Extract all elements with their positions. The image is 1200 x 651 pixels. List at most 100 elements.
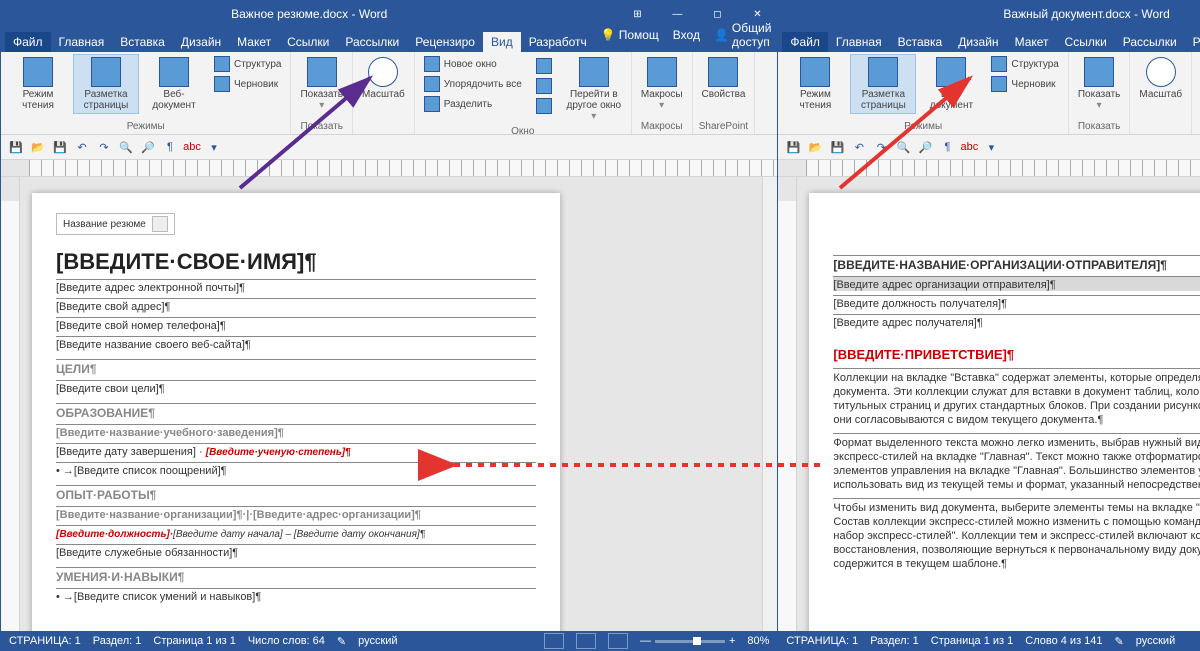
zoom-button[interactable]: Масштаб bbox=[1134, 54, 1187, 103]
tab-insert[interactable]: Вставка bbox=[890, 32, 951, 52]
tab-developer[interactable]: Разработч bbox=[521, 32, 595, 52]
spelling-icon[interactable]: abc bbox=[960, 138, 978, 156]
status-proof-icon[interactable]: ✎ bbox=[1115, 635, 1124, 648]
ruler-v-right[interactable] bbox=[778, 177, 797, 631]
tab-references[interactable]: Ссылки bbox=[1057, 32, 1115, 52]
show-button[interactable]: Показать▾ bbox=[295, 54, 348, 114]
tab-layout[interactable]: Макет bbox=[229, 32, 279, 52]
paragraph-3[interactable]: Чтобы изменить вид документа, выберите э… bbox=[833, 498, 1200, 571]
goals-field[interactable]: [Введите свои цели]¶ bbox=[56, 380, 536, 395]
recipient-addr-field[interactable]: [Введите адрес получателя]¶ bbox=[833, 314, 1200, 329]
web-layout-button[interactable]: Веб-документ bbox=[918, 54, 984, 114]
document-scroll-left[interactable]: Название резюме [ВВЕДИТЕ·СВОЕ·ИМЯ]¶ [Вве… bbox=[20, 177, 762, 631]
phone-field[interactable]: [Введите свой номер телефона]¶ bbox=[56, 317, 536, 332]
pilcrow-icon[interactable]: ¶ bbox=[938, 138, 956, 156]
show-button[interactable]: Показать▾ bbox=[1073, 54, 1126, 114]
status-zoom[interactable]: 80% bbox=[747, 635, 769, 647]
draft-button[interactable]: Черновик bbox=[986, 74, 1063, 94]
tab-file[interactable]: Файл bbox=[5, 32, 51, 52]
reset-window-button[interactable] bbox=[531, 96, 557, 116]
status-section[interactable]: Раздел: 1 bbox=[870, 635, 919, 647]
tab-references[interactable]: Ссылки bbox=[279, 32, 337, 52]
view-read-icon[interactable] bbox=[544, 633, 564, 649]
status-pages[interactable]: Страница 1 из 1 bbox=[931, 635, 1013, 647]
tab-design[interactable]: Дизайн bbox=[950, 32, 1006, 52]
arrange-all-button[interactable]: Упорядочить все bbox=[419, 74, 527, 94]
skills-field[interactable]: • →[Введите список умений и навыков]¶ bbox=[56, 588, 536, 603]
view-web-icon[interactable] bbox=[608, 633, 628, 649]
web-layout-button[interactable]: Веб-документ bbox=[141, 54, 207, 114]
ruler-h-left[interactable] bbox=[1, 160, 777, 177]
tab-home[interactable]: Главная bbox=[51, 32, 113, 52]
tab-mailings[interactable]: Рассылки bbox=[1115, 32, 1185, 52]
tab-insert[interactable]: Вставка bbox=[112, 32, 173, 52]
switch-windows-button[interactable]: Перейти в другое окно▾ bbox=[561, 54, 627, 125]
properties-button[interactable]: Свойства bbox=[697, 54, 751, 103]
zoom-out-icon[interactable]: 🔍 bbox=[117, 138, 135, 156]
tab-design[interactable]: Дизайн bbox=[173, 32, 229, 52]
ruler-v-left[interactable] bbox=[1, 177, 20, 631]
tab-view[interactable]: Вид bbox=[483, 32, 521, 52]
zoom-in-icon[interactable]: 🔎 bbox=[139, 138, 157, 156]
org-addr-field[interactable]: [Введите адрес организации отправителя]¶ bbox=[833, 276, 1200, 291]
tab-home[interactable]: Главная bbox=[828, 32, 890, 52]
sync-scroll-button[interactable] bbox=[531, 76, 557, 96]
split-button[interactable]: Разделить bbox=[419, 94, 527, 114]
print-layout-button[interactable]: Разметка страницы bbox=[850, 54, 916, 114]
status-pages[interactable]: Страница 1 из 1 bbox=[153, 635, 235, 647]
share-button[interactable]: 👤 Общий доступ bbox=[708, 18, 777, 52]
exp-duties-field[interactable]: [Введите служебные обязанности]¶ bbox=[56, 544, 536, 559]
status-words[interactable]: Число слов: 64 bbox=[248, 635, 325, 647]
status-words[interactable]: Слово 4 из 141 bbox=[1025, 635, 1102, 647]
print-layout-button[interactable]: Разметка страницы bbox=[73, 54, 139, 114]
email-field[interactable]: [Введите адрес электронной почты]¶ bbox=[56, 279, 536, 294]
status-page[interactable]: СТРАНИЦА: 1 bbox=[9, 635, 81, 647]
tab-review[interactable]: Рецензиро bbox=[407, 32, 483, 52]
save-icon[interactable]: 💾 bbox=[784, 138, 802, 156]
awards-field[interactable]: • →[Введите список поощрений]¶ bbox=[56, 462, 536, 477]
zoom-in-icon[interactable]: 🔎 bbox=[916, 138, 934, 156]
customize-qat-icon[interactable]: ▾ bbox=[205, 138, 223, 156]
tab-file[interactable]: Файл bbox=[782, 32, 828, 52]
website-field[interactable]: [Введите название своего веб-сайта]¶ bbox=[56, 336, 536, 351]
recipient-pos-field[interactable]: [Введите должность получателя]¶ bbox=[833, 295, 1200, 310]
side-by-side-button[interactable] bbox=[531, 56, 557, 76]
outline-button[interactable]: Структура bbox=[209, 54, 286, 74]
macros-button[interactable]: Макросы▾ bbox=[636, 54, 688, 114]
status-lang[interactable]: русский bbox=[358, 635, 397, 647]
tab-layout[interactable]: Макет bbox=[1007, 32, 1057, 52]
exp-dates-line[interactable]: [Введите·должность]·[Введите дату начала… bbox=[56, 525, 536, 540]
tell-me[interactable]: 💡 Помощ bbox=[595, 25, 665, 45]
save2-icon[interactable]: 💾 bbox=[51, 138, 69, 156]
pilcrow-icon[interactable]: ¶ bbox=[161, 138, 179, 156]
outline-button[interactable]: Структура bbox=[986, 54, 1063, 74]
zoom-button[interactable]: Масштаб bbox=[357, 54, 410, 103]
status-proof-icon[interactable]: ✎ bbox=[337, 635, 346, 648]
spelling-icon[interactable]: abc bbox=[183, 138, 201, 156]
exp-org-field[interactable]: [Введите·название·организации]¶·|·[Введи… bbox=[56, 506, 536, 521]
undo-icon[interactable]: ↶ bbox=[850, 138, 868, 156]
address-field[interactable]: [Введите свой адрес]¶ bbox=[56, 298, 536, 313]
tab-review[interactable]: Рецензиро bbox=[1185, 32, 1200, 52]
status-page[interactable]: СТРАНИЦА: 1 bbox=[786, 635, 858, 647]
status-lang[interactable]: русский bbox=[1136, 635, 1175, 647]
zoom-out-icon[interactable]: 🔍 bbox=[894, 138, 912, 156]
undo-icon[interactable]: ↶ bbox=[73, 138, 91, 156]
view-print-icon[interactable] bbox=[576, 633, 596, 649]
open-icon[interactable]: 📂 bbox=[29, 138, 47, 156]
customize-qat-icon[interactable]: ▾ bbox=[982, 138, 1000, 156]
new-window-button[interactable]: Новое окно bbox=[1196, 54, 1200, 74]
paragraph-1[interactable]: Коллекции на вкладке "Вставка" содержат … bbox=[833, 368, 1200, 427]
sign-in[interactable]: Вход bbox=[667, 25, 706, 45]
field-dropdown-icon[interactable] bbox=[152, 216, 168, 232]
read-mode-button[interactable]: Режим чтения bbox=[5, 54, 71, 114]
paragraph-2[interactable]: Формат выделенного текста можно легко из… bbox=[833, 433, 1200, 492]
zoom-slider[interactable] bbox=[655, 640, 725, 643]
scrollbar-v-left[interactable] bbox=[762, 177, 777, 631]
document-scroll-right[interactable]: [ВВЕДИТЕ·НАЗВАНИЕ·ОРГАНИЗАЦИИ·ОТПРАВИТЕЛ… bbox=[797, 177, 1200, 631]
split-button[interactable]: Разделить bbox=[1196, 94, 1200, 114]
redo-icon[interactable]: ↷ bbox=[872, 138, 890, 156]
status-section[interactable]: Раздел: 1 bbox=[93, 635, 142, 647]
open-icon[interactable]: 📂 bbox=[806, 138, 824, 156]
save2-icon[interactable]: 💾 bbox=[828, 138, 846, 156]
